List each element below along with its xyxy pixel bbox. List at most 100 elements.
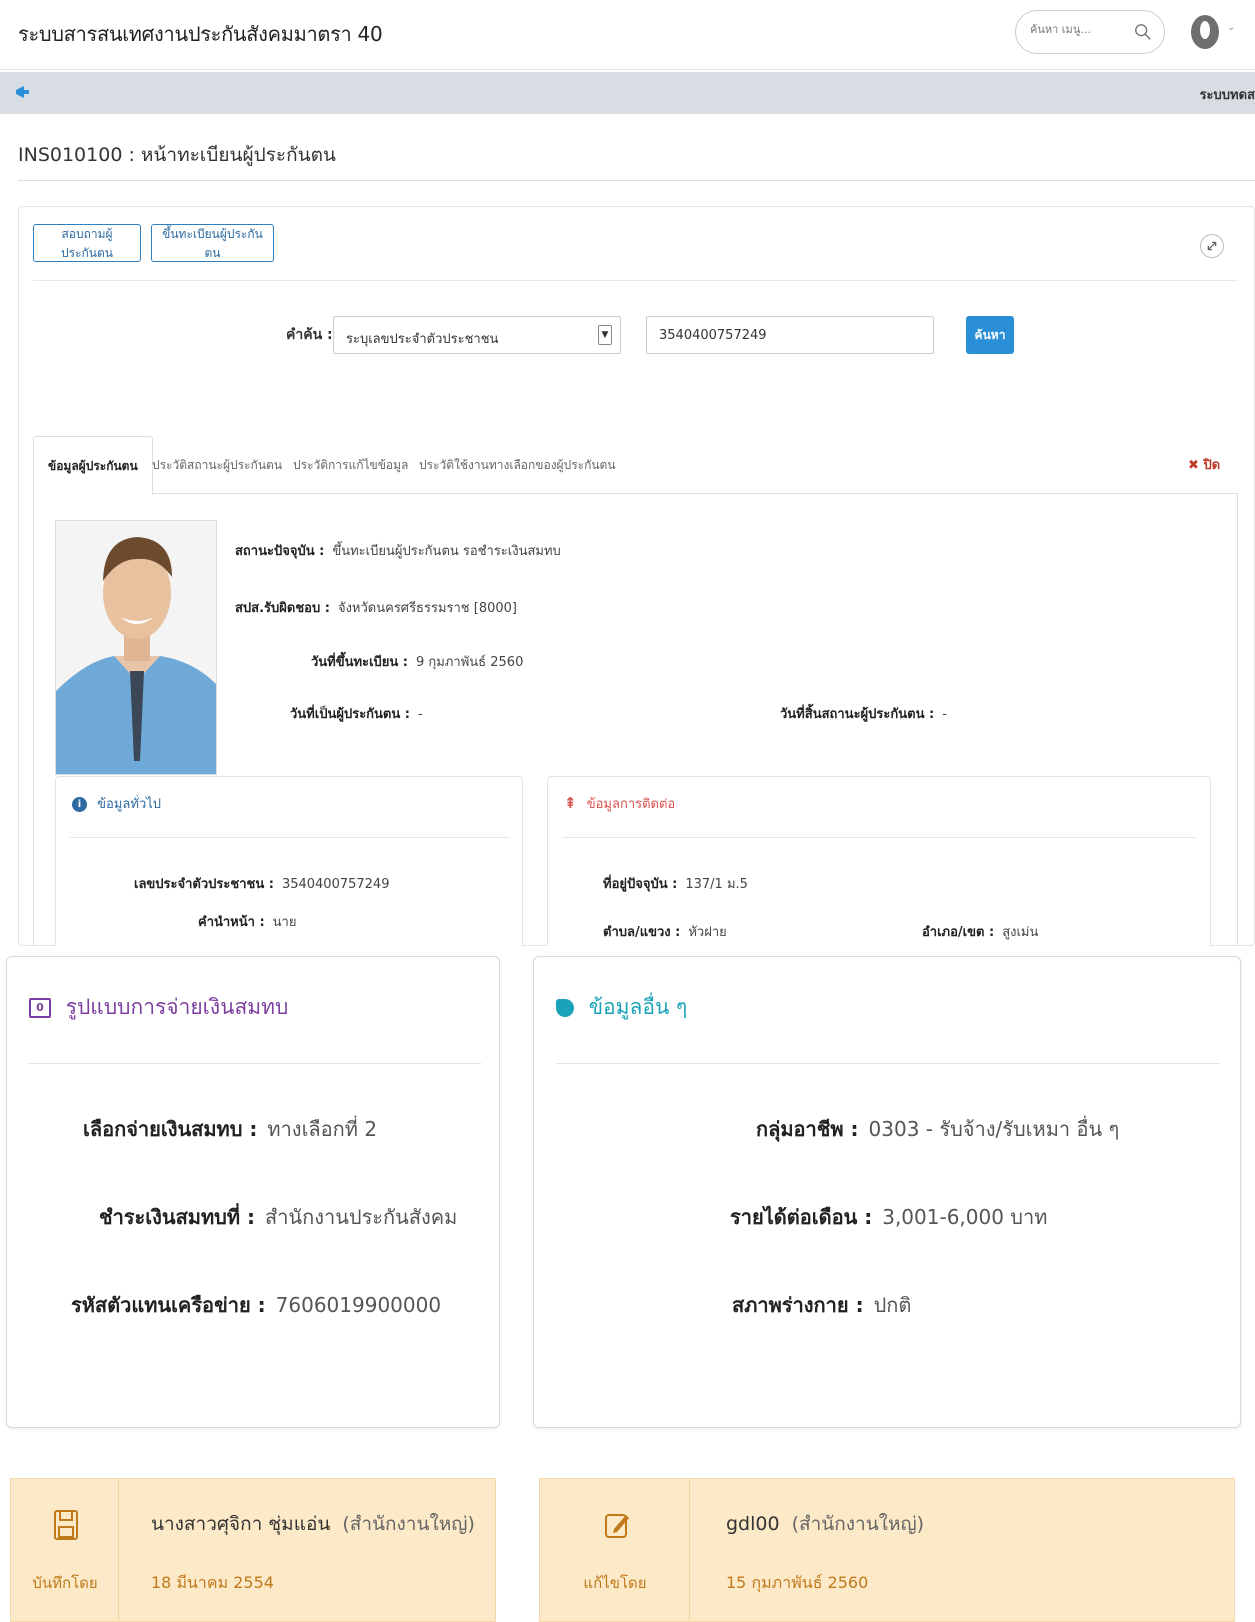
payment-place-label: ชำระเงินสมทบที่ : [99,1205,255,1229]
address-row: ที่อยู่ปัจจุบัน : 137/1 ม.5 [603,873,748,894]
reg-date-label: วันที่ขึ้นทะเบียน : [311,655,409,670]
divider [33,280,1238,281]
reg-date-row: วันที่ขึ้นทะเบียน : 9 กุมภาพันธ์ 2560 [311,651,523,672]
created-by-icon-column: บันทึกโดย [11,1479,119,1622]
chevron-down-icon[interactable]: ⌄ [1227,22,1235,33]
address-label: ที่อยู่ปัจจุบัน : [603,877,678,892]
updated-by-label: แก้ไขโดย [583,1574,647,1592]
occupation-row: กลุ่มอาชีพ : 0303 - รับจ้าง/รับเหมา อื่น … [756,1113,1119,1145]
search-type-select[interactable]: ระบุเลขประจำตัวประชาชน ▼ [333,316,621,354]
edit-icon [605,1514,629,1538]
end-date-row: วันที่สิ้นสถานะผู้ประกันตน :- [780,703,947,724]
tab-option-history[interactable]: ประวัติใช้งานทางเลือกของผู้ประกันตน [405,436,630,494]
income-value: 3,001-6,000 บาท [882,1205,1048,1229]
office-row: สปส.รับผิดชอบ : จังหวัดนครศรีธรรมราช [800… [235,597,517,618]
created-by-label: บันทึกโดย [32,1574,98,1592]
district-label: อำเภอ/เขต : [922,925,995,940]
divider [70,837,510,838]
search-type-value: ระบุเลขประจำตัวประชาชน [346,332,499,347]
updated-by-box: แก้ไขโดย gdl00 (สำนักงานใหญ่) 15 กุมภาพัน… [539,1478,1235,1622]
close-button[interactable]: ✖ ปิด [1188,454,1220,475]
prefix-row: คำนำหน้า : นาย [198,911,296,932]
payment-title: รูปแบบการจ่ายเงินสมทบ [65,995,289,1019]
insured-date-value: - [417,707,423,722]
prefix-value: นาย [272,915,297,930]
created-date: 18 มีนาคม 2554 [151,1573,274,1592]
save-icon [54,1510,78,1540]
updated-date: 15 กุมภาพันธ์ 2560 [726,1573,869,1592]
created-by-name: นางสาวศุจิกา ชุ่มแอ่น [151,1513,331,1535]
status-label: สถานะปัจจุบัน : [235,544,325,559]
income-label: รายได้ต่อเดือน : [730,1205,873,1229]
occupation-label: กลุ่มอาชีพ : [756,1117,859,1141]
id-row: เลขประจำตัวประชาชน : 3540400757249 [134,873,389,894]
office-label: สปส.รับผิดชอบ : [235,601,330,616]
id-value: 3540400757249 [281,877,390,892]
general-info-heading: i ข้อมูลทั่วไป [72,793,161,814]
payment-place-value: สำนักงานประกันสังคม [264,1205,458,1229]
subdistrict-row: ตำบล/แขวง : หัวฝาย [603,921,727,942]
health-row: สภาพร่างกาย : ปกติ [732,1289,911,1321]
search-label: คำค้น : [286,327,333,343]
updated-by-name: gdl00 [726,1513,780,1535]
tab-edit-history[interactable]: ประวัติการแก้ไขข้อมูล [279,436,422,494]
payment-card: 0 รูปแบบการจ่ายเงินสมทบ เลือกจ่ายเงินสมท… [6,956,500,1428]
person-photo-illustration [56,521,216,774]
divider [29,1063,481,1064]
menu-search[interactable] [1015,10,1165,54]
menu-search-input[interactable] [1030,23,1120,36]
expand-icon[interactable] [1200,234,1224,258]
health-value: ปกติ [873,1293,912,1317]
announcement-bar: ระบบทดส [0,72,1255,114]
status-row: สถานะปัจจุบัน : ขึ้นทะเบียนผู้ประกันตน รอ… [235,540,561,561]
search-value-input[interactable] [646,316,934,354]
address-value: 137/1 ม.5 [685,877,748,892]
close-icon: ✖ [1188,458,1199,473]
other-info-title: ข้อมูลอื่น ๆ [588,995,688,1019]
created-by-dept: (สำนักงานใหญ่) [342,1513,475,1535]
inquiry-button[interactable]: สอบถามผู้ประกันตน [33,224,141,262]
updated-by-dept: (สำนักงานใหญ่) [791,1513,925,1535]
other-info-heading: ข้อมูลอื่น ๆ [556,991,687,1024]
other-info-card: ข้อมูลอื่น ๆ กลุ่มอาชีพ : 0303 - รับจ้าง/… [533,956,1241,1428]
app-title: ระบบสารสนเทศงานประกันสังคมมาตรา 40 [18,22,383,46]
occupation-value: 0303 - รับจ้าง/รับเหมา อื่น ๆ [868,1117,1120,1141]
id-label: เลขประจำตัวประชาชน : [134,877,274,892]
agent-code-value: 7606019900000 [275,1293,442,1317]
divider [18,180,1255,181]
updated-by-icon-column: แก้ไขโดย [540,1479,690,1622]
payment-option-label: เลือกจ่ายเงินสมทบ : [83,1117,258,1141]
updated-by-name-row: gdl00 (สำนักงานใหญ่) [726,1509,924,1539]
register-button[interactable]: ขึ้นทะเบียนผู้ประกันตน [151,224,274,262]
tab-bar: ข้อมูลผู้ประกันตน ประวัติสถานะผู้ประกันต… [33,436,1238,495]
end-date-label: วันที่สิ้นสถานะผู้ประกันตน : [780,707,935,722]
tab-status-history[interactable]: ประวัติสถานะผู้ประกันตน [138,436,296,494]
end-date-value: - [942,707,947,722]
search-icon[interactable] [1134,23,1152,41]
subdistrict-label: ตำบล/แขวง : [603,925,681,940]
payment-icon: 0 [29,998,51,1018]
district-row: อำเภอ/เขต : สูงเม่น [922,921,1038,942]
agent-code-row: รหัสตัวแทนเครือข่าย : 7606019900000 [71,1289,441,1321]
payment-place-row: ชำระเงินสมทบที่ : สำนักงานประกันสังคม [99,1201,457,1233]
district-value: สูงเม่น [1002,925,1039,940]
megaphone-icon [16,86,29,98]
income-row: รายได้ต่อเดือน : 3,001-6,000 บาท [730,1201,1047,1233]
divider [556,1063,1220,1064]
reg-date-value: 9 กุมภาพันธ์ 2560 [416,655,524,670]
info-icon: i [72,797,87,812]
chevron-down-icon[interactable]: ▼ [598,325,612,345]
payment-option-row: เลือกจ่ายเงินสมทบ : ทางเลือกที่ 2 [83,1113,377,1145]
tab-insured-info[interactable]: ข้อมูลผู้ประกันตน [33,436,153,495]
top-header: ระบบสารสนเทศงานประกันสังคมมาตรา 40 ⌄ [0,0,1255,70]
office-value: จังหวัดนครศรีธรรมราช [8000] [337,601,517,616]
contact-info-heading: ⇞ ข้อมูลการติดต่อ [564,793,675,814]
contact-info-title: ข้อมูลการติดต่อ [586,797,676,812]
page-title: INS010100 : หน้าทะเบียนผู้ประกันตน [18,144,336,166]
search-button[interactable]: ค้นหา [966,316,1014,354]
general-info-title: ข้อมูลทั่วไป [97,797,162,812]
tag-icon [556,999,574,1017]
created-by-name-row: นางสาวศุจิกา ชุ่มแอ่น (สำนักงานใหญ่) [151,1509,475,1539]
user-avatar-icon[interactable] [1190,14,1220,50]
payment-option-value: ทางเลือกที่ 2 [267,1117,378,1141]
